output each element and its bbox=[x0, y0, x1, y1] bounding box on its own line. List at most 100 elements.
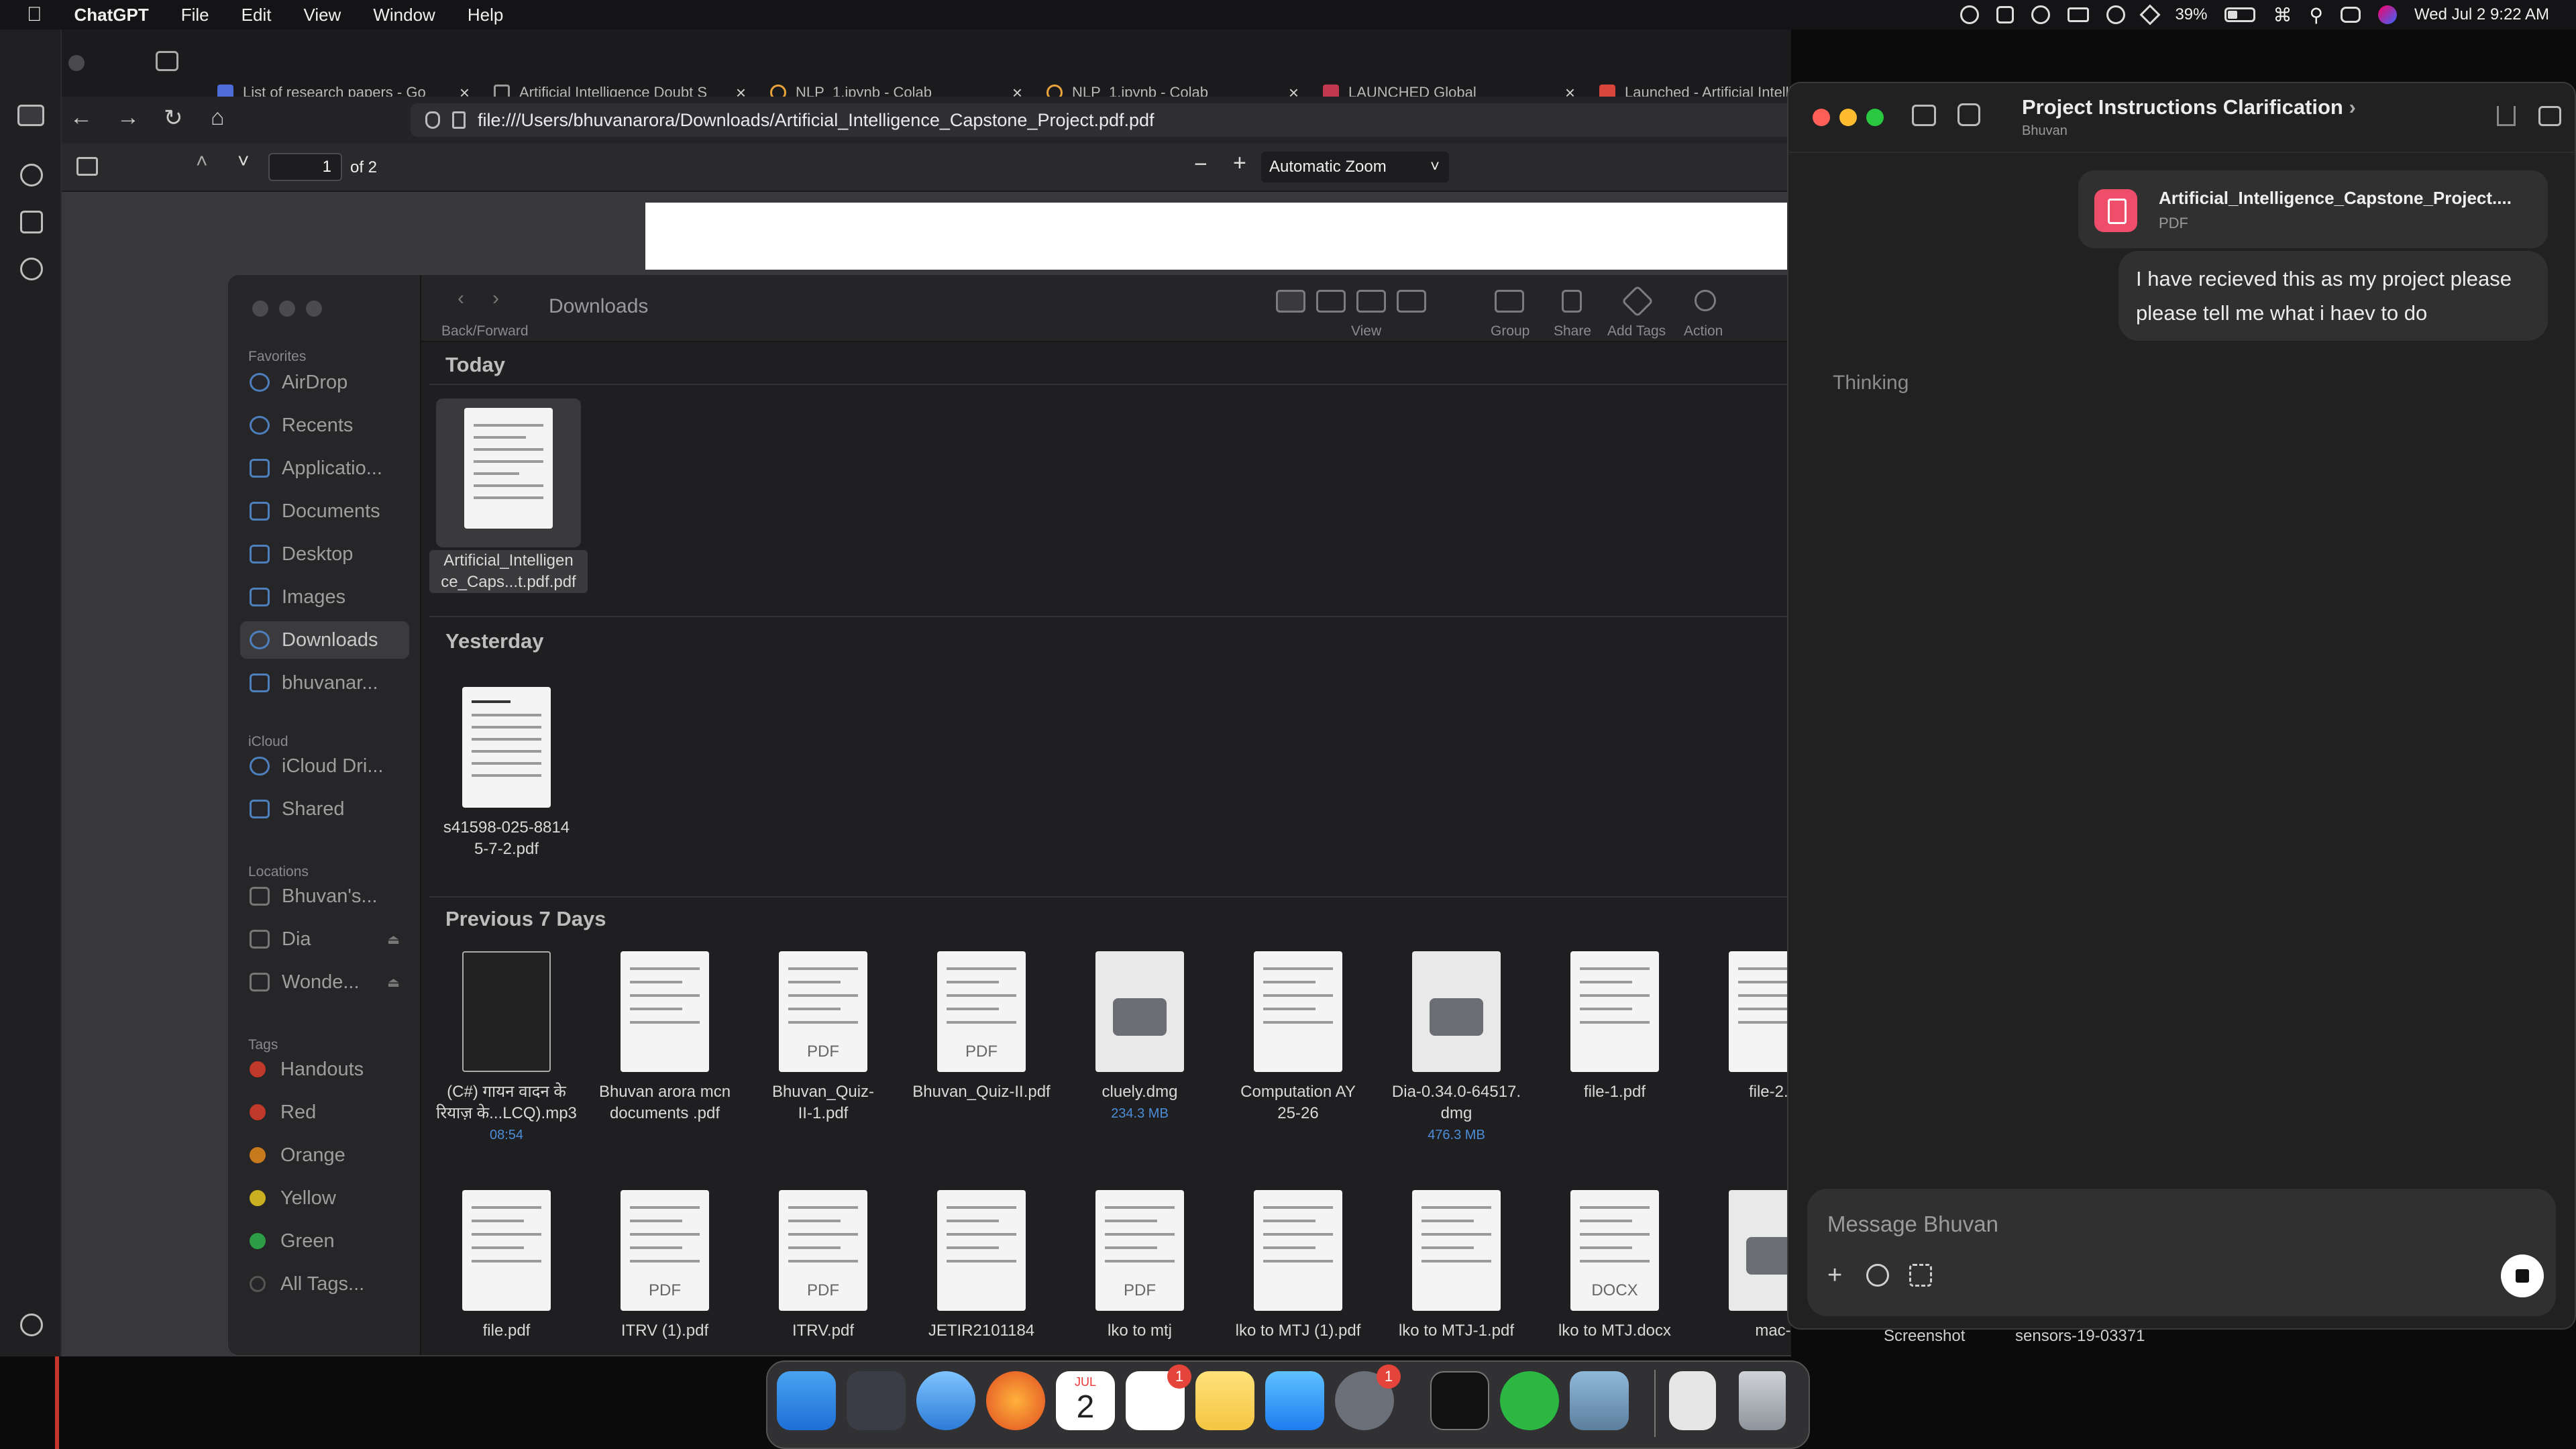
chatgpt-dock-icon[interactable] bbox=[1430, 1371, 1489, 1430]
share-icon[interactable] bbox=[1562, 290, 1582, 313]
sidebar-item-icloud-drive[interactable]: iCloud Dri... bbox=[240, 747, 409, 785]
share-icon[interactable] bbox=[2497, 106, 2516, 126]
file-item[interactable]: file-1.pdf bbox=[1538, 951, 1692, 1103]
launchpad-dock-icon[interactable] bbox=[847, 1371, 906, 1430]
forward-chevron-icon[interactable]: › bbox=[492, 287, 499, 310]
forward-arrow-icon[interactable]: → bbox=[117, 105, 140, 131]
zoom-window-button[interactable] bbox=[68, 55, 85, 71]
firefox-dock-icon[interactable] bbox=[986, 1371, 1045, 1430]
chatgpt-status-icon[interactable] bbox=[1960, 5, 1980, 24]
tab-overview-icon[interactable] bbox=[156, 51, 178, 71]
menu-edit[interactable]: Edit bbox=[241, 5, 272, 25]
file-item[interactable]: file-2.p bbox=[1696, 951, 1791, 1103]
shield-icon[interactable] bbox=[425, 111, 440, 129]
group-icon[interactable] bbox=[1495, 290, 1524, 313]
screenshot-capture-icon[interactable] bbox=[1909, 1264, 1932, 1287]
display-status-icon[interactable] bbox=[2068, 7, 2090, 22]
message-input[interactable] bbox=[1827, 1208, 2431, 1241]
safari-dock-icon[interactable] bbox=[916, 1371, 975, 1430]
back-chevron-icon[interactable]: ‹ bbox=[458, 287, 464, 310]
finder-zoom-button[interactable] bbox=[306, 301, 322, 317]
popout-icon[interactable] bbox=[2538, 106, 2561, 126]
system-settings-dock-icon[interactable]: 1 bbox=[1335, 1364, 1401, 1430]
file-item[interactable]: DOCX lko to MTJ.docx bbox=[1538, 1190, 1692, 1342]
action-ellipsis-icon[interactable] bbox=[1695, 290, 1716, 311]
tag-red[interactable]: Red bbox=[240, 1093, 409, 1131]
file-item[interactable]: JETIR2101184 bbox=[904, 1190, 1059, 1342]
back-arrow-icon[interactable]: ← bbox=[70, 105, 93, 131]
file-item[interactable]: PDF ITRV (1).pdf bbox=[588, 1190, 742, 1342]
file-item[interactable]: lko to MTJ (1).pdf bbox=[1221, 1190, 1375, 1342]
icon-view-icon[interactable] bbox=[1276, 290, 1305, 313]
tag-yellow[interactable]: Yellow bbox=[240, 1179, 409, 1217]
zoom-select[interactable]: Automatic Zoom ˅ bbox=[1261, 152, 1449, 182]
layers-status-icon[interactable] bbox=[2139, 4, 2161, 25]
sidebar-item-applications[interactable]: Applicatio... bbox=[240, 449, 409, 487]
finder-close-button[interactable] bbox=[252, 301, 268, 317]
url-text[interactable]: file:///Users/bhuvanarora/Downloads/Arti… bbox=[478, 110, 1155, 131]
desktop-file-label[interactable]: sensors-19-03371 bbox=[2015, 1327, 2145, 1346]
menu-help[interactable]: Help bbox=[468, 5, 503, 25]
reminders-dock-icon[interactable]: 1 bbox=[1126, 1364, 1191, 1430]
sidebar-item-images[interactable]: Images bbox=[240, 578, 409, 616]
list-view-icon[interactable] bbox=[1316, 290, 1346, 313]
file-item[interactable]: Computation AY 25-26 bbox=[1221, 951, 1375, 1124]
page-number-input[interactable]: 1 bbox=[268, 153, 342, 181]
contrast-status-icon[interactable] bbox=[2106, 5, 2126, 24]
app-store-dock-icon[interactable] bbox=[1265, 1371, 1324, 1430]
play-status-icon[interactable] bbox=[2031, 5, 2051, 24]
sidebar-toggle-icon[interactable] bbox=[17, 105, 44, 126]
new-chat-icon[interactable] bbox=[1957, 103, 1980, 126]
tag-orange[interactable]: Orange bbox=[240, 1136, 409, 1174]
document-stack-icon[interactable] bbox=[1669, 1371, 1716, 1430]
sidebar-item-desktop[interactable]: Desktop bbox=[240, 535, 409, 573]
file-item[interactable]: PDF lko to mtj bbox=[1063, 1190, 1217, 1342]
sidebar-item-dia[interactable]: Dia ⏏ bbox=[240, 920, 409, 958]
whatsapp-dock-icon[interactable] bbox=[1500, 1371, 1559, 1430]
prev-page-icon[interactable]: ˄ bbox=[196, 150, 208, 173]
sidebar-item-shared[interactable]: Shared bbox=[240, 790, 409, 828]
file-s41598-pdf[interactable]: s41598-025-8814 5-7-2.pdf bbox=[429, 687, 584, 860]
reload-icon[interactable]: ↻ bbox=[164, 105, 183, 131]
eject-icon[interactable]: ⏏ bbox=[387, 931, 400, 948]
add-attachment-icon[interactable]: + bbox=[1827, 1261, 1842, 1290]
finder-minimize-button[interactable] bbox=[279, 301, 295, 317]
file-item[interactable]: Dia-0.34.0-64517. dmg 476.3 MB bbox=[1379, 951, 1534, 1146]
tag-icon[interactable] bbox=[1621, 284, 1654, 318]
siri-icon[interactable] bbox=[2378, 5, 2397, 24]
tag-handouts[interactable]: Handouts bbox=[240, 1051, 409, 1088]
globe-icon[interactable] bbox=[1866, 1264, 1889, 1287]
tag-all[interactable]: All Tags... bbox=[240, 1265, 409, 1303]
preview-dock-icon[interactable] bbox=[1570, 1371, 1629, 1430]
sidebar-item-home[interactable]: bhuvanar... bbox=[240, 664, 409, 702]
menu-window[interactable]: Window bbox=[373, 5, 435, 25]
file-item[interactable]: file.pdf bbox=[429, 1190, 584, 1342]
history-icon[interactable] bbox=[20, 258, 43, 280]
sidebar-item-downloads[interactable]: Downloads bbox=[240, 621, 409, 659]
next-page-icon[interactable]: ˅ bbox=[237, 150, 250, 173]
apple-menu-icon[interactable]:  bbox=[27, 3, 42, 26]
chat-close-button[interactable] bbox=[1813, 109, 1830, 126]
file-item[interactable]: mac- bbox=[1696, 1190, 1791, 1342]
sidebar-item-wonder[interactable]: Wonde... ⏏ bbox=[240, 963, 409, 1001]
attachment-card[interactable]: Artificial_Intelligence_Capstone_Project… bbox=[2078, 170, 2548, 248]
wifi-icon[interactable]: ⌘ bbox=[2273, 4, 2292, 26]
zoom-in-icon[interactable]: + bbox=[1233, 150, 1246, 176]
chat-zoom-button[interactable] bbox=[1866, 109, 1884, 126]
chat-title[interactable]: Project Instructions Clarification › bbox=[2022, 95, 2356, 119]
finder-dock-icon[interactable] bbox=[777, 1371, 836, 1430]
file-item[interactable]: Bhuvan arora mcn documents .pdf bbox=[588, 951, 742, 1124]
settings-gear-icon[interactable] bbox=[20, 1313, 43, 1336]
file-capstone-pdf[interactable]: Artificial_Intelligen ce_Caps...t.pdf.pd… bbox=[429, 398, 588, 593]
sidebar-item-recents[interactable]: Recents bbox=[240, 407, 409, 444]
battery-icon[interactable] bbox=[2224, 7, 2256, 22]
eject-icon[interactable]: ⏏ bbox=[387, 974, 400, 991]
sidebar-item-documents[interactable]: Documents bbox=[240, 492, 409, 530]
extension-status-icon[interactable] bbox=[1996, 6, 2015, 23]
page-sidebar-icon[interactable] bbox=[20, 211, 43, 233]
search-icon[interactable]: ⚲ bbox=[2309, 4, 2323, 26]
gallery-view-icon[interactable] bbox=[1397, 290, 1426, 313]
file-item[interactable]: PDF Bhuvan_Quiz-II.pdf bbox=[904, 951, 1059, 1103]
pdf-sidebar-icon[interactable] bbox=[76, 157, 98, 176]
notes-dock-icon[interactable] bbox=[1195, 1371, 1254, 1430]
